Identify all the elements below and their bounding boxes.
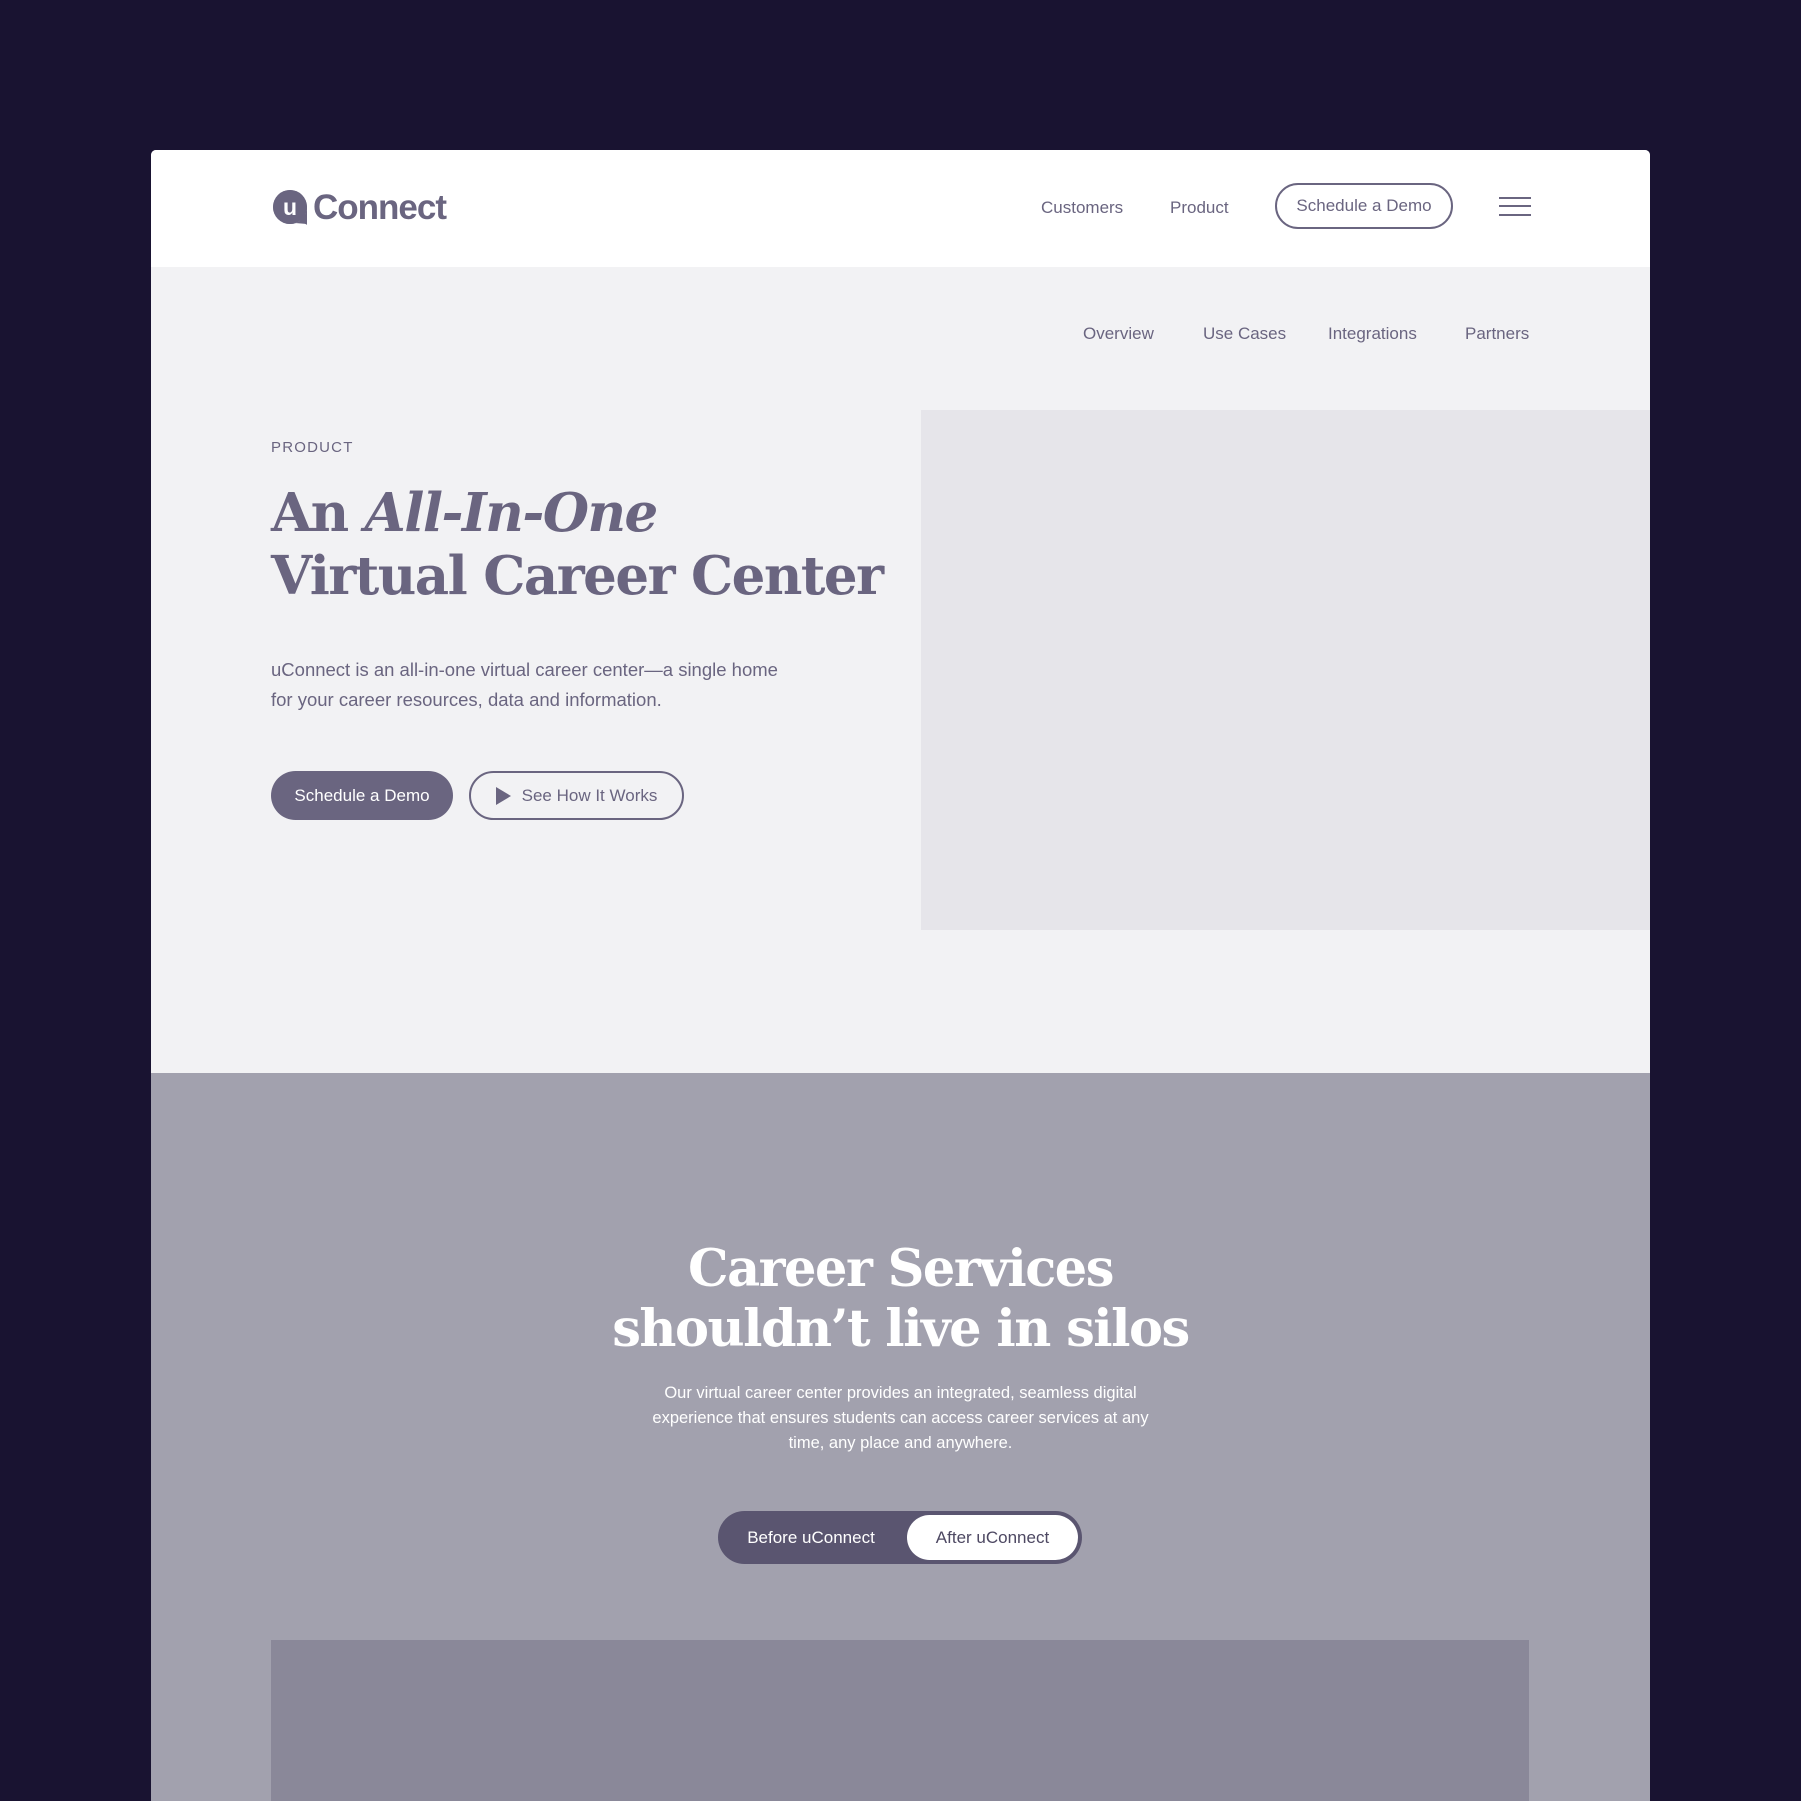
hero-title-emphasis: All-In-One xyxy=(364,482,659,544)
see-how-it-works-label: See How It Works xyxy=(521,785,658,805)
silos-media-placeholder xyxy=(271,1640,1529,1801)
hero-title-line2: Virtual Career Center xyxy=(271,545,884,607)
before-after-toggle: Before uConnect After uConnect xyxy=(718,1511,1082,1564)
top-navigation: Customers Product Schedule a Demo xyxy=(151,183,1650,233)
subnav-use-cases[interactable]: Use Cases xyxy=(1203,324,1286,344)
subnav-overview[interactable]: Overview xyxy=(1083,324,1154,344)
silos-title-line1: Career Services xyxy=(688,1239,1114,1299)
nav-link-product[interactable]: Product xyxy=(1170,198,1229,218)
subnav-partners[interactable]: Partners xyxy=(1465,324,1529,344)
subnav-integrations[interactable]: Integrations xyxy=(1328,324,1417,344)
hero-schedule-demo-button[interactable]: Schedule a Demo xyxy=(271,771,453,820)
toggle-before-uconnect[interactable]: Before uConnect xyxy=(718,1511,904,1564)
toggle-after-uconnect[interactable]: After uConnect xyxy=(907,1515,1078,1560)
nav-link-customers[interactable]: Customers xyxy=(1041,198,1123,218)
hamburger-menu-icon[interactable] xyxy=(1499,193,1531,219)
hero-description: uConnect is an all-in-one virtual career… xyxy=(271,659,778,710)
play-icon xyxy=(495,786,511,805)
site-header: u Connect Customers Product Schedule a D… xyxy=(151,150,1650,267)
hero-media-placeholder xyxy=(921,410,1650,930)
silos-title-line2: shouldn’t live in silos xyxy=(612,1299,1190,1359)
browser-frame: u Connect Customers Product Schedule a D… xyxy=(151,150,1650,1801)
hero-eyebrow: PRODUCT xyxy=(271,439,354,456)
silos-title: Career Services shouldn’t live in silos xyxy=(151,1239,1650,1359)
see-how-it-works-button[interactable]: See How It Works xyxy=(469,771,684,820)
hero-title: An All-In-One Virtual Career Center xyxy=(271,482,891,608)
hero-title-prefix: An xyxy=(271,482,365,544)
silos-description: Our virtual career center provides an in… xyxy=(652,1384,1149,1452)
header-schedule-demo-button[interactable]: Schedule a Demo xyxy=(1275,183,1453,229)
silos-section: Career Services shouldn’t live in silos … xyxy=(151,1073,1650,1801)
